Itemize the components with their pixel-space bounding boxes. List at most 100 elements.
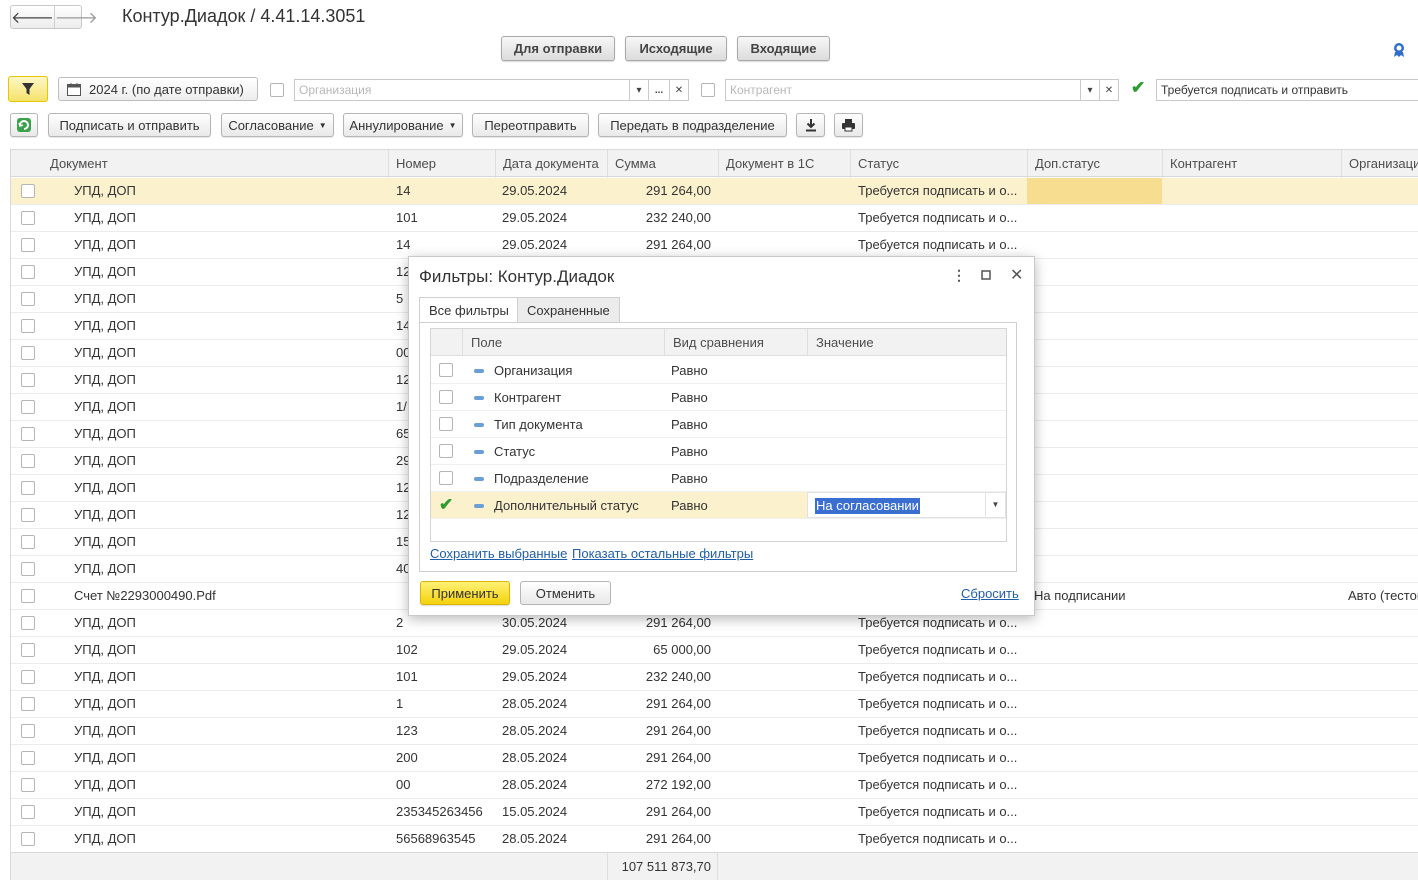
organization-filter-checkbox[interactable]: [270, 83, 284, 97]
row-checkbox[interactable]: [21, 778, 35, 792]
row-checkbox[interactable]: [21, 535, 35, 549]
more-options-icon[interactable]: ⋮: [952, 267, 966, 284]
refresh-button[interactable]: [10, 113, 38, 137]
row-checkbox[interactable]: [21, 751, 35, 765]
table-row[interactable]: УПД, ДОП 00 28.05.2024 272 192,00 Требуется …: [11, 772, 1418, 799]
row-checkbox[interactable]: [21, 319, 35, 333]
column-header-extra-status[interactable]: Доп.статус: [1027, 150, 1162, 178]
filter-checkbox[interactable]: [439, 471, 453, 485]
download-button[interactable]: [796, 113, 825, 137]
table-row[interactable]: УПД, ДОП 14 29.05.2024 291 264,00 Требуется …: [11, 178, 1418, 205]
row-checkbox[interactable]: [21, 454, 35, 468]
filter-row[interactable]: Статус Равно: [431, 438, 1006, 465]
period-selector[interactable]: 2024 г. (по дате отправки): [58, 77, 258, 101]
status-filter-input[interactable]: Требуется подписать и отправить: [1156, 79, 1418, 101]
row-checkbox[interactable]: [21, 724, 35, 738]
column-header-counterparty[interactable]: Контрагент: [1162, 150, 1341, 178]
tab-outgoing-to-send[interactable]: Для отправки: [501, 36, 615, 61]
tab-all-filters[interactable]: Все фильтры: [419, 297, 519, 323]
filter-comparison[interactable]: Равно: [671, 357, 708, 384]
filter-checkbox[interactable]: [439, 417, 453, 431]
chevron-down-icon[interactable]: ▼: [985, 493, 1005, 517]
filter-row[interactable]: Тип документа Равно: [431, 411, 1006, 438]
filter-comparison[interactable]: Равно: [671, 492, 708, 519]
table-row[interactable]: УПД, ДОП 56568963545 28.05.2024 291 264,00 Т…: [11, 826, 1418, 853]
table-row[interactable]: УПД, ДОП 101 29.05.2024 232 240,00 Требуется…: [11, 205, 1418, 232]
filter-toggle-button[interactable]: [8, 76, 48, 102]
filter-checkbox[interactable]: [439, 390, 453, 404]
maximize-icon[interactable]: [981, 267, 992, 283]
row-checkbox[interactable]: [21, 346, 35, 360]
status-filter-checkbox[interactable]: ✔: [1131, 79, 1145, 96]
close-icon[interactable]: ✕: [1010, 265, 1023, 285]
table-row[interactable]: УПД, ДОП 200 28.05.2024 291 264,00 Требуется…: [11, 745, 1418, 772]
row-checkbox[interactable]: [21, 643, 35, 657]
row-checkbox[interactable]: [21, 616, 35, 630]
counterparty-dropdown-button[interactable]: ▾: [1080, 79, 1100, 101]
resend-button[interactable]: Переотправить: [472, 113, 589, 137]
award-icon[interactable]: [1392, 42, 1406, 58]
column-header-sum[interactable]: Сумма: [607, 150, 718, 178]
cancel-button[interactable]: Отменить: [520, 581, 611, 605]
cancellation-menu-button[interactable]: Аннулирование ▼: [343, 113, 463, 137]
approval-menu-button[interactable]: Согласование ▼: [221, 113, 334, 137]
back-arrow-icon[interactable]: 🡐: [11, 6, 54, 28]
show-other-filters-link[interactable]: Показать остальные фильтры: [572, 546, 753, 561]
row-checkbox[interactable]: [21, 481, 35, 495]
row-checkbox[interactable]: [21, 373, 35, 387]
sign-and-send-button[interactable]: Подписать и отправить: [48, 113, 211, 137]
save-selected-link[interactable]: Сохранить выбранные: [430, 546, 567, 561]
counterparty-clear-button[interactable]: ✕: [1099, 79, 1119, 101]
column-header-date[interactable]: Дата документа: [495, 150, 607, 178]
organization-dropdown-button[interactable]: ▾: [629, 79, 649, 101]
print-button[interactable]: [834, 113, 863, 137]
row-checkbox[interactable]: [21, 508, 35, 522]
counterparty-filter-input[interactable]: Контрагент: [725, 79, 1081, 101]
row-checkbox[interactable]: [21, 805, 35, 819]
column-header-status[interactable]: Статус: [850, 150, 1027, 178]
column-header-organization[interactable]: Организация: [1341, 150, 1418, 178]
column-header-document[interactable]: Документ: [43, 150, 388, 178]
row-checkbox[interactable]: [21, 427, 35, 441]
row-checkbox[interactable]: [21, 670, 35, 684]
table-row[interactable]: УПД, ДОП 123 28.05.2024 291 264,00 Требуется…: [11, 718, 1418, 745]
table-row[interactable]: УПД, ДОП 1 28.05.2024 291 264,00 Требуется п…: [11, 691, 1418, 718]
counterparty-filter-checkbox[interactable]: [701, 83, 715, 97]
row-checkbox[interactable]: [21, 832, 35, 846]
organization-select-button[interactable]: ...: [648, 79, 670, 101]
filter-checkbox[interactable]: [439, 363, 453, 377]
forward-arrow-icon[interactable]: 🡒: [53, 6, 98, 28]
row-checkbox[interactable]: [21, 292, 35, 306]
row-checkbox[interactable]: [21, 562, 35, 576]
filter-row[interactable]: ✔ Дополнительный статус Равно На согласован…: [431, 492, 1006, 519]
tab-saved-filters[interactable]: Сохраненные: [517, 297, 620, 323]
table-row[interactable]: УПД, ДОП 102 29.05.2024 65 000,00 Требуется …: [11, 637, 1418, 664]
row-checkbox[interactable]: [21, 184, 35, 198]
apply-button[interactable]: Применить: [420, 581, 510, 605]
filter-comparison[interactable]: Равно: [671, 465, 708, 492]
organization-filter-input[interactable]: Организация: [294, 79, 630, 101]
organization-clear-button[interactable]: ✕: [669, 79, 689, 101]
filter-row[interactable]: Контрагент Равно: [431, 384, 1006, 411]
filter-checkbox[interactable]: [439, 444, 453, 458]
transfer-to-department-button[interactable]: Передать в подразделение: [598, 113, 787, 137]
tab-outgoing[interactable]: Исходящие: [625, 36, 727, 61]
filter-comparison[interactable]: Равно: [671, 438, 708, 465]
table-row[interactable]: УПД, ДОП 101 29.05.2024 232 240,00 Требуется…: [11, 664, 1418, 691]
filter-row[interactable]: Организация Равно: [431, 357, 1006, 384]
column-header-doc-in-1c[interactable]: Документ в 1С: [718, 150, 850, 178]
row-checkbox[interactable]: [21, 211, 35, 225]
reset-link[interactable]: Сбросить: [961, 586, 1019, 601]
row-checkbox[interactable]: [21, 400, 35, 414]
row-checkbox[interactable]: [21, 589, 35, 603]
row-checkbox[interactable]: [21, 697, 35, 711]
row-checkbox[interactable]: [21, 265, 35, 279]
filter-comparison[interactable]: Равно: [671, 411, 708, 438]
check-icon[interactable]: ✔: [439, 495, 453, 515]
row-checkbox[interactable]: [21, 238, 35, 252]
filter-row[interactable]: Подразделение Равно: [431, 465, 1006, 492]
tab-incoming[interactable]: Входящие: [737, 36, 830, 61]
filter-comparison[interactable]: Равно: [671, 384, 708, 411]
table-row[interactable]: УПД, ДОП 235345263456 15.05.2024 291 264,00…: [11, 799, 1418, 826]
table-row[interactable]: УПД, ДОП 14 29.05.2024 291 264,00 Требуется …: [11, 232, 1418, 259]
